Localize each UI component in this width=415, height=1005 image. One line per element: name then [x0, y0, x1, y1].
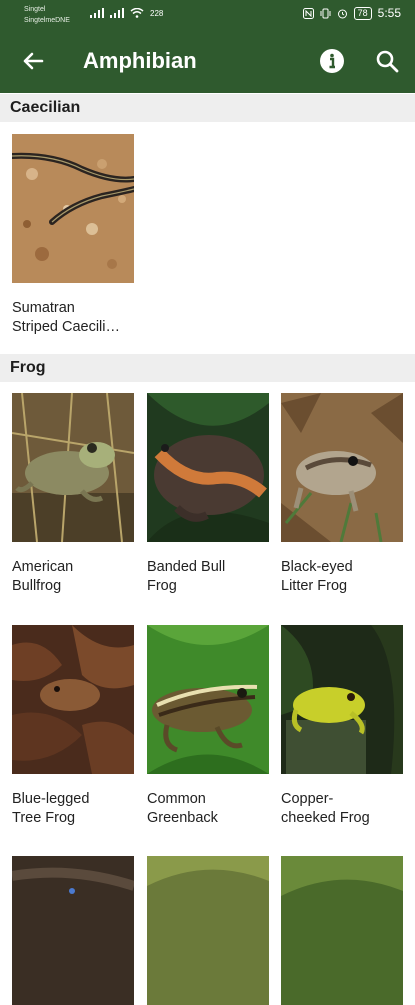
clock: 5:55 — [377, 6, 401, 20]
species-tile-partial[interactable] — [281, 856, 405, 1005]
section-header-caecilian: Caecilian — [0, 94, 415, 122]
species-thumbnail — [147, 625, 269, 774]
species-thumbnail — [12, 134, 134, 283]
search-icon — [376, 50, 399, 73]
species-name: Blue-legged Tree Frog — [12, 791, 90, 826]
species-thumbnail — [147, 856, 269, 1005]
battery-level: 78 — [357, 7, 368, 18]
back-arrow-icon — [23, 52, 44, 70]
species-thumbnail — [12, 856, 134, 1005]
species-tile-black-eyed-litter-frog[interactable]: Black-eyed Litter Frog — [281, 393, 405, 596]
signal-icon-2 — [110, 8, 124, 18]
species-tile-american-bullfrog[interactable]: American Bullfrog — [12, 393, 136, 596]
wifi-icon — [130, 8, 144, 18]
species-name: American Bullfrog — [12, 559, 74, 594]
species-tile-partial[interactable] — [12, 856, 136, 1005]
species-tile-common-greenback[interactable]: Common Greenback — [147, 625, 271, 828]
species-thumbnail — [281, 625, 403, 774]
back-button[interactable] — [18, 46, 48, 76]
section-header-frog: Frog — [0, 354, 415, 382]
species-thumbnail — [281, 393, 403, 542]
species-tile-blue-legged-tree-frog[interactable]: Blue-legged Tree Frog — [12, 625, 136, 828]
species-name: Common Greenback — [147, 791, 218, 826]
carrier-info: Singtel SingtelmeDNE — [24, 4, 70, 26]
species-name: Copper- cheeked Frog — [281, 791, 370, 826]
search-button[interactable] — [372, 46, 402, 76]
vibrate-icon — [320, 8, 331, 18]
carrier-line1: Singtel — [24, 6, 46, 13]
app-bar: Amphibian — [0, 30, 415, 93]
info-icon — [320, 49, 344, 73]
species-thumbnail — [147, 393, 269, 542]
species-thumbnail — [281, 856, 403, 1005]
carrier-line2: SingtelmeDNE — [24, 17, 70, 24]
signal-icons: 228 — [90, 8, 163, 18]
status-bar: Singtel SingtelmeDNE 228 78 5:55 — [0, 0, 415, 30]
species-name: Banded Bull Frog — [147, 559, 226, 594]
net-speed: 228 — [150, 8, 164, 18]
species-tile-copper-cheeked-frog[interactable]: Copper- cheeked Frog — [281, 625, 405, 828]
status-right: 78 5:55 — [302, 6, 401, 20]
battery-icon: 78 — [353, 6, 372, 20]
species-name: Black-eyed Litter Frog — [281, 559, 353, 594]
nfc-icon — [302, 7, 314, 19]
species-name: Sumatran Striped Caecili… — [12, 300, 120, 335]
species-thumbnail — [12, 625, 134, 774]
species-thumbnail — [12, 393, 134, 542]
info-button[interactable] — [318, 47, 346, 75]
species-tile-sumatran-striped-caecilian[interactable]: Sumatran Striped Caecili… — [12, 134, 136, 337]
species-tile-partial[interactable] — [147, 856, 271, 1005]
signal-icon — [90, 8, 104, 18]
species-tile-banded-bull-frog[interactable]: Banded Bull Frog — [147, 393, 271, 596]
alarm-icon — [337, 9, 347, 18]
page-title: Amphibian — [83, 48, 197, 73]
